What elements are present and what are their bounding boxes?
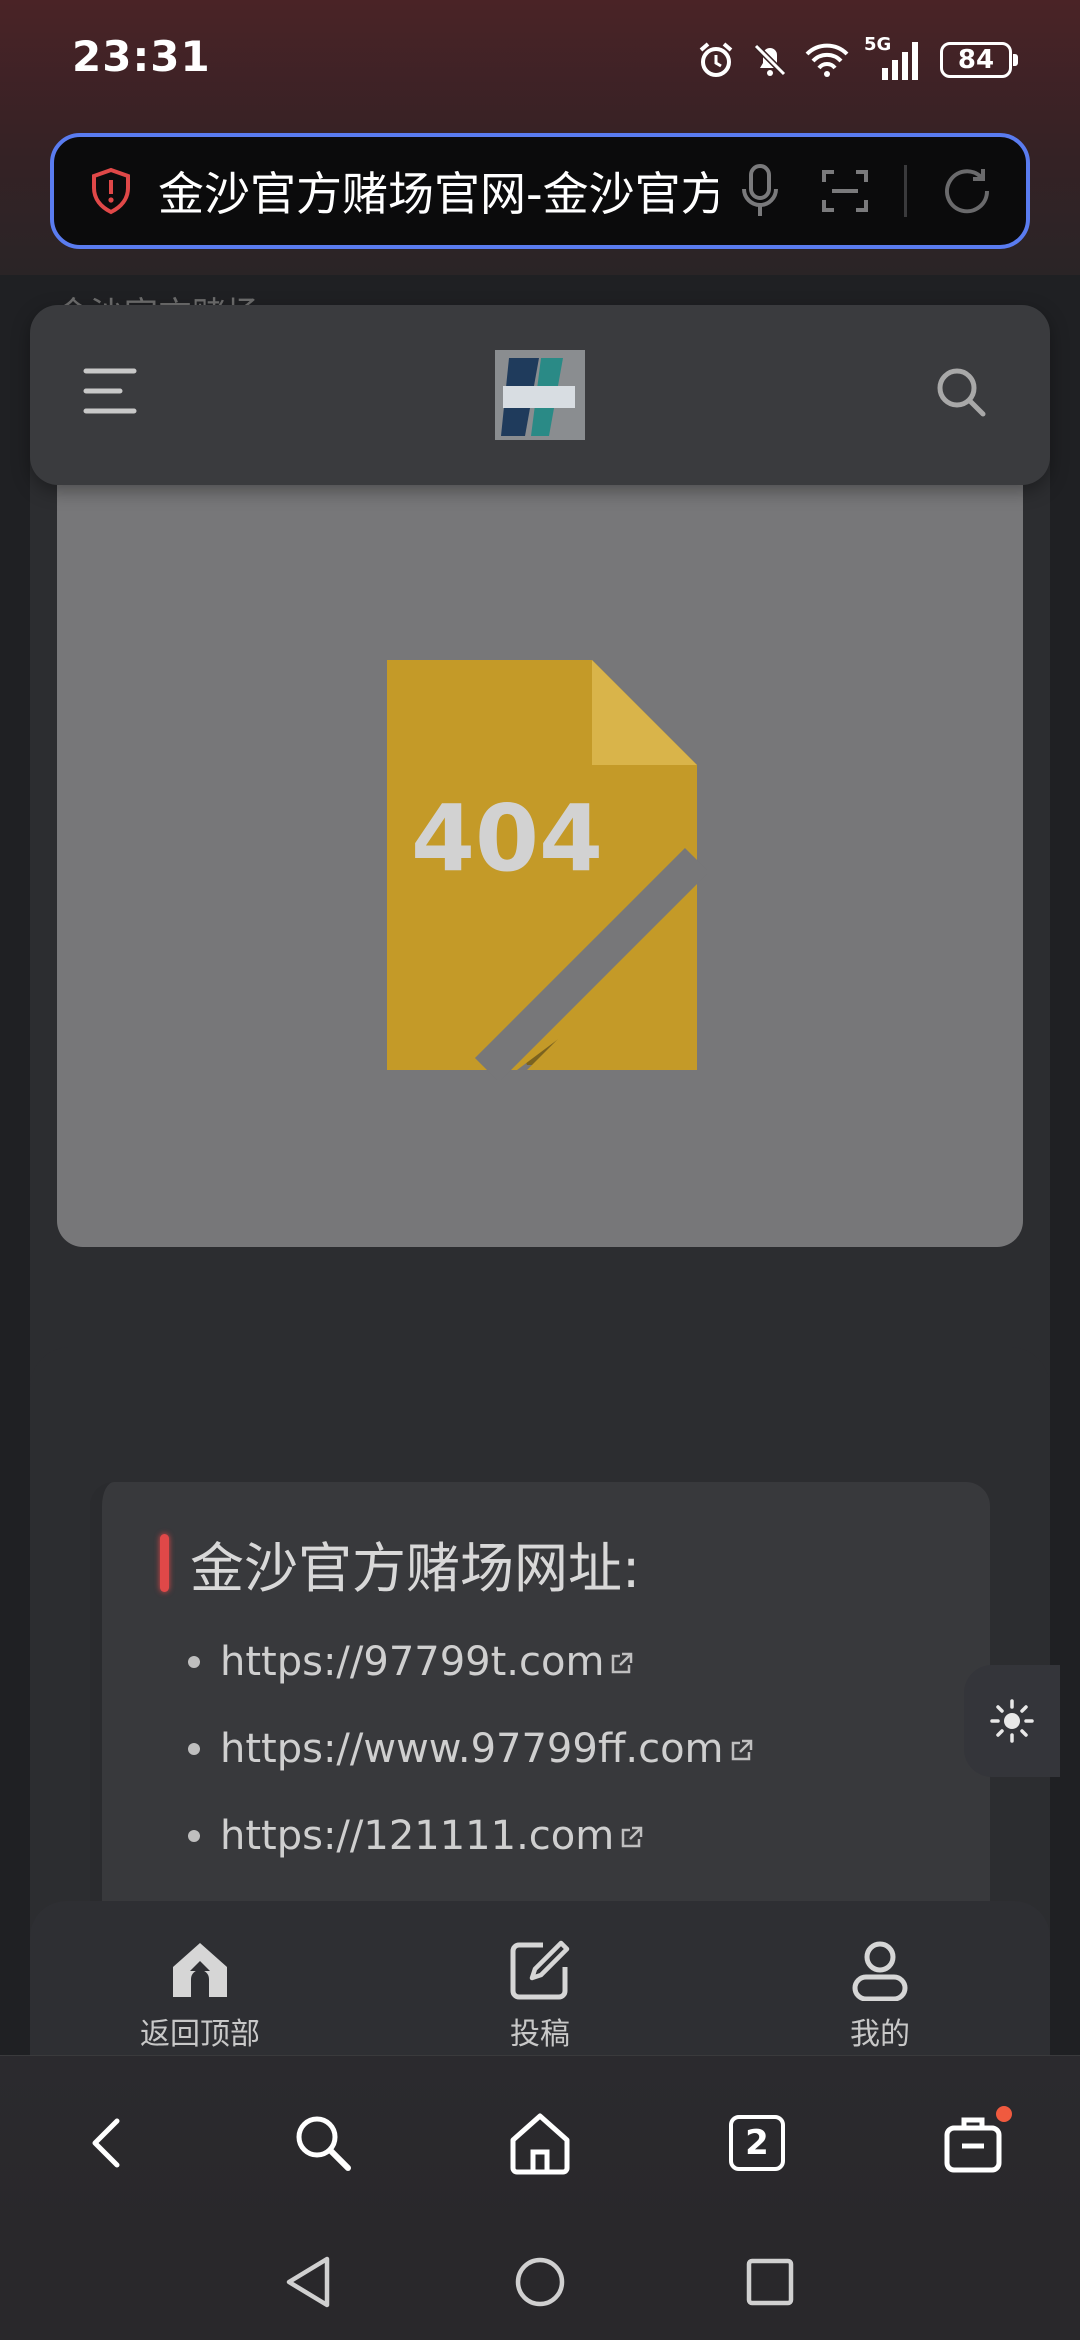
user-icon: [852, 1941, 908, 2002]
security-warning-icon[interactable]: [86, 166, 136, 216]
not-found-image: 404: [387, 660, 707, 1080]
wifi-icon: [805, 43, 849, 77]
mute-icon: [753, 43, 787, 77]
back-to-top-icon: [173, 1943, 227, 1997]
search-icon[interactable]: [934, 365, 988, 419]
back-button[interactable]: [72, 2108, 142, 2178]
signal-indicator: 5G: [864, 34, 926, 82]
edit-icon: [510, 1940, 570, 2000]
url-link-3[interactable]: https://121111.com: [188, 1806, 754, 1893]
signal-icon: [882, 42, 918, 80]
external-link-icon: [731, 1739, 752, 1761]
logo-graphic: [495, 350, 585, 440]
featured-image[interactable]: 404: [57, 485, 1023, 1247]
home-icon: [510, 2113, 570, 2175]
url-link-text[interactable]: https://www.97799ff.com: [220, 1726, 724, 1772]
nav-submit[interactable]: 投稿: [440, 1939, 640, 2053]
url-separator: [904, 165, 907, 217]
site-logo[interactable]: [495, 350, 585, 440]
nav-label: 我的: [850, 2017, 910, 2052]
alarm-icon: [699, 42, 733, 77]
url-link-1[interactable]: https://97799t.com: [188, 1632, 754, 1719]
external-link-icon: [621, 1826, 643, 1848]
url-link-text[interactable]: https://97799t.com: [220, 1639, 604, 1685]
status-icons: 5G 84: [696, 34, 1018, 84]
nav-back-to-top[interactable]: 返回顶部: [100, 1939, 300, 2053]
scan-icon[interactable]: [820, 166, 870, 216]
toolbox-button[interactable]: [938, 2106, 1012, 2178]
web-page: 金沙官方赌场 404: [0, 275, 1080, 2055]
status-time: 23:31: [72, 32, 211, 81]
theme-toggle-button[interactable]: [964, 1665, 1060, 1777]
site-header: [30, 305, 1050, 485]
notification-dot: [996, 2106, 1012, 2122]
nav-profile[interactable]: 我的: [780, 1939, 980, 2053]
nav-label: 返回顶部: [140, 2017, 260, 2052]
system-navigation-bar: [0, 2225, 1080, 2340]
sun-icon: [990, 1699, 1034, 1743]
home-button[interactable]: [505, 2108, 575, 2178]
url-link-text[interactable]: https://121111.com: [220, 1813, 614, 1859]
tabs-button[interactable]: 2: [722, 2108, 792, 2178]
back-arrow-icon: [92, 2118, 120, 2168]
address-bar[interactable]: 金沙官方赌场官网-金沙官方: [50, 133, 1030, 249]
status-bar: 23:31 5G 84: [0, 0, 1080, 120]
browser-toolbar: 2: [0, 2055, 1080, 2226]
microphone-icon[interactable]: [740, 163, 780, 219]
system-back-icon[interactable]: [283, 2255, 335, 2309]
toolbox-icon: [944, 2117, 1002, 2173]
section-title: 金沙官方赌场网址:: [190, 1537, 641, 1600]
battery-indicator: 84: [940, 42, 1018, 78]
tabs-count: 2: [729, 2115, 785, 2171]
browser-top-area: 23:31 5G 84 金沙官方赌场官网-金沙官方: [0, 0, 1080, 275]
system-recents-icon[interactable]: [744, 2255, 796, 2309]
nav-label: 投稿: [510, 2017, 570, 2052]
error-code-text: 404: [411, 785, 603, 892]
browser-search-button[interactable]: [288, 2108, 358, 2178]
external-link-icon: [612, 1652, 633, 1674]
title-accent-bar: [160, 1534, 169, 1592]
battery-level: 84: [957, 45, 995, 75]
search-icon: [296, 2116, 351, 2171]
url-text[interactable]: 金沙官方赌场官网-金沙官方: [158, 158, 718, 224]
reload-icon[interactable]: [939, 163, 995, 219]
site-bottom-nav: 返回顶部 投稿 我的: [30, 1901, 1050, 2055]
menu-icon[interactable]: [82, 365, 138, 417]
system-home-icon[interactable]: [514, 2255, 566, 2309]
url-list: https://97799t.com https://www.97799ff.c…: [188, 1632, 754, 1893]
url-link-2[interactable]: https://www.97799ff.com: [188, 1719, 754, 1806]
